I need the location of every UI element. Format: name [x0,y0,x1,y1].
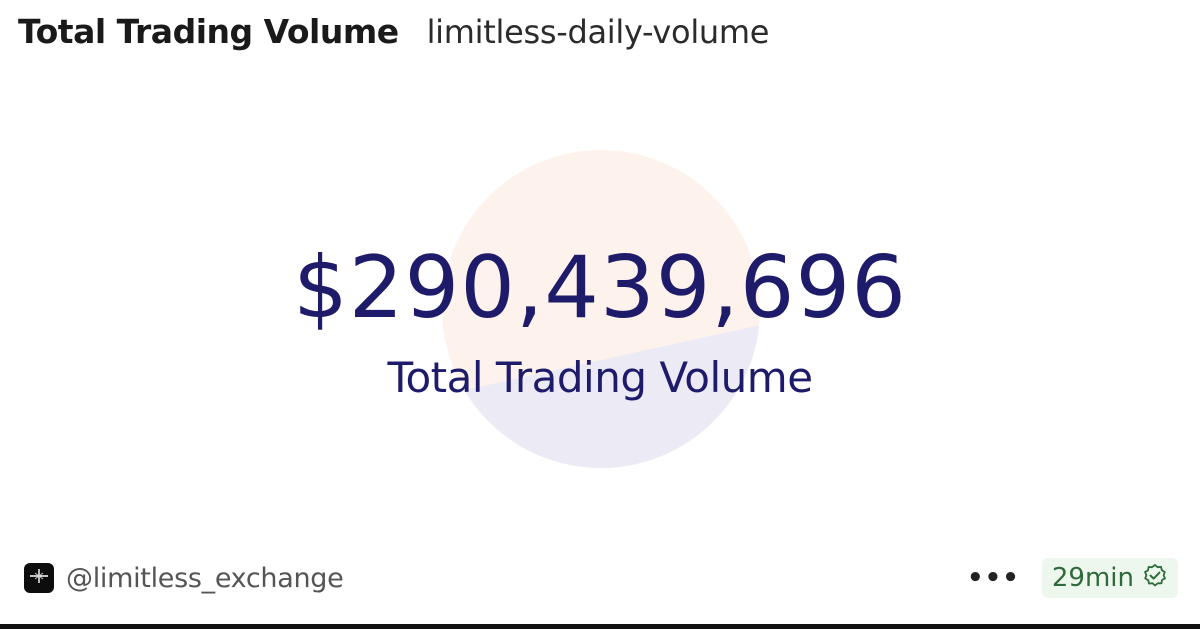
refresh-time: 29min [1051,563,1134,593]
verified-check-icon [1142,563,1168,593]
refresh-status-badge[interactable]: 29min [1041,558,1178,598]
chart-title: Total Trading Volume [18,12,399,51]
chart-header: Total Trading Volume limitless-daily-vol… [18,12,769,51]
counter-label: Total Trading Volume [387,353,813,402]
counter-visualization: $290,439,696 Total Trading Volume [0,90,1200,520]
counter-value: $290,439,696 [293,238,907,338]
query-name[interactable]: limitless-daily-volume [427,13,770,51]
avatar[interactable] [24,563,54,593]
bottom-border [0,624,1200,629]
limitless-logo-icon [28,565,50,591]
author-link[interactable]: @limitless_exchange [24,563,344,594]
footer: @limitless_exchange ••• 29min [24,556,1178,600]
more-options-button[interactable]: ••• [967,565,1020,591]
footer-actions: ••• 29min [967,558,1178,598]
author-handle[interactable]: @limitless_exchange [66,563,344,594]
